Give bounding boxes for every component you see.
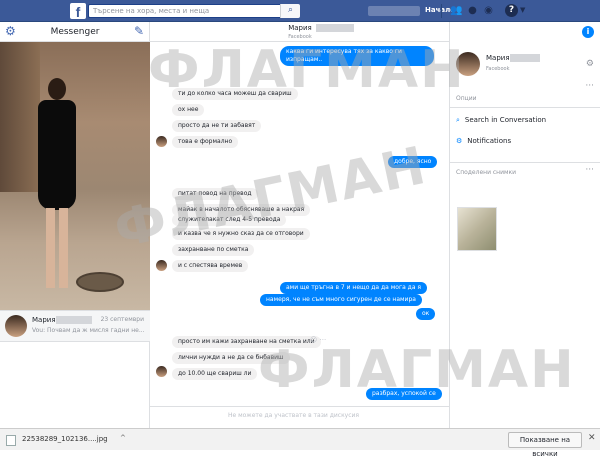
avatar xyxy=(5,315,27,337)
notifications-option[interactable]: ⚙ Notifications xyxy=(456,137,511,145)
more-icon[interactable]: ··· xyxy=(585,165,594,175)
message-composer: Не можете да участвате в тази дискусия xyxy=(150,406,450,428)
message-bubble: добре, ясно xyxy=(388,156,438,168)
redacted-name xyxy=(56,316,92,324)
message-bubble: намеря, че не съм много сигурен де се на… xyxy=(260,294,422,306)
avatar xyxy=(156,136,167,147)
profile-photo xyxy=(0,42,150,310)
gear-icon: ⚙ xyxy=(456,137,463,145)
options-heading: Опции xyxy=(456,95,477,102)
search-input[interactable]: Търсене на хора, места и неща xyxy=(88,4,298,18)
composer-disabled-text: Не можете да участвате в тази дискусия xyxy=(228,412,360,419)
message-bubble: служителакат след 4-5 превода xyxy=(172,214,287,226)
divider xyxy=(441,4,442,18)
search-icon[interactable]: ⌕ xyxy=(280,4,300,18)
info-icon[interactable]: i xyxy=(582,26,594,38)
conversation-sidebar: ⚙ Messenger ✎ Мария 23 септември Vou: По… xyxy=(0,22,150,428)
conversation-name: Мария xyxy=(32,316,56,324)
message-bubble: ох нее xyxy=(172,104,205,116)
show-all-button[interactable]: Показване на всички xyxy=(508,432,582,458)
avatar xyxy=(156,366,167,377)
message-bubble: и казва че я нужно сказ да се отговори xyxy=(172,228,310,240)
more-icon[interactable]: ··· xyxy=(585,81,594,91)
more-icon[interactable]: ☺ ··· xyxy=(310,336,326,344)
conversation-preview: Vou: Почвам да ж мисля гадни не... xyxy=(32,327,144,334)
message-thread: Мария Facebook каква ги интересува тях з… xyxy=(150,22,450,428)
top-nav-bar: f Търсене на хора, места и неща ⌕ Начало… xyxy=(0,0,600,22)
chevron-down-icon[interactable]: ▼ xyxy=(520,6,525,14)
shared-photos-heading: Споделени снимки xyxy=(456,169,517,176)
avatar[interactable] xyxy=(456,52,480,76)
profile-name-redacted[interactable] xyxy=(368,6,420,16)
message-bubble: каква ги интересува тях за какво ги изпр… xyxy=(280,46,434,66)
notifications-icon[interactable]: ◉ xyxy=(482,4,495,17)
message-bubble: питат повод на превод xyxy=(172,188,258,200)
message-bubble: ами ще тръгна в 7 и нещо да да мога да я xyxy=(280,282,428,294)
message-bubble: и с спестява времев xyxy=(172,260,249,272)
download-file-name[interactable]: 22538289_102136....jpg xyxy=(22,435,108,443)
redacted-name xyxy=(510,54,540,62)
conversation-date: 23 септември xyxy=(100,316,144,323)
message-bubble: разбрах, успокой се xyxy=(366,388,442,400)
search-in-conversation[interactable]: ⌕ Search in Conversation xyxy=(456,116,546,125)
redacted-name xyxy=(316,24,354,32)
message-bubble: ок xyxy=(416,308,436,320)
message-bubble: просто да не ти забавят xyxy=(172,120,262,132)
close-icon[interactable]: ✕ xyxy=(588,433,596,443)
thread-subtitle: Facebook xyxy=(288,34,312,40)
message-bubble: захранване по сметка xyxy=(172,244,255,256)
shared-photos-section: Споделени снимки ··· xyxy=(450,162,600,176)
friends-icon[interactable]: 👥 xyxy=(450,4,463,17)
download-bar: 22538289_102136....jpg ^ Показване на вс… xyxy=(0,428,600,458)
message-bubble: това е формално xyxy=(172,136,239,148)
avatar xyxy=(156,260,167,271)
message-bubble: просто им кажи захранване на сметка или xyxy=(172,336,321,348)
search-icon: ⌕ xyxy=(456,116,460,124)
thread-name[interactable]: Мария xyxy=(150,24,450,32)
conversation-list-item[interactable]: Мария 23 септември Vou: Почвам да ж мисл… xyxy=(0,310,150,342)
compose-icon[interactable]: ✎ xyxy=(134,24,144,38)
contact-name[interactable]: Мария xyxy=(486,54,510,62)
sidebar-title: Messenger xyxy=(50,27,100,37)
help-icon[interactable]: ? xyxy=(505,4,518,17)
conversation-info-panel: i Мария Facebook ⚙ ··· Опции ⌕ Search in … xyxy=(450,22,600,428)
file-icon xyxy=(6,435,16,446)
thread-header: Мария Facebook xyxy=(150,22,449,42)
contact-subtitle: Facebook xyxy=(486,66,510,72)
gear-icon[interactable]: ⚙ xyxy=(586,59,594,69)
shared-photo-thumbnail[interactable] xyxy=(457,207,497,251)
messages-icon[interactable]: ● xyxy=(466,4,479,17)
facebook-logo-icon[interactable]: f xyxy=(70,3,86,20)
sidebar-header: ⚙ Messenger ✎ xyxy=(0,22,149,42)
chevron-up-icon[interactable]: ^ xyxy=(120,434,126,442)
message-bubble: ти до колко часа можеш да свариш xyxy=(172,88,298,100)
message-bubble: лични нужди а не да се бнбавиш xyxy=(172,352,290,364)
message-bubble: до 10.00 ще свариш ли xyxy=(172,368,258,380)
